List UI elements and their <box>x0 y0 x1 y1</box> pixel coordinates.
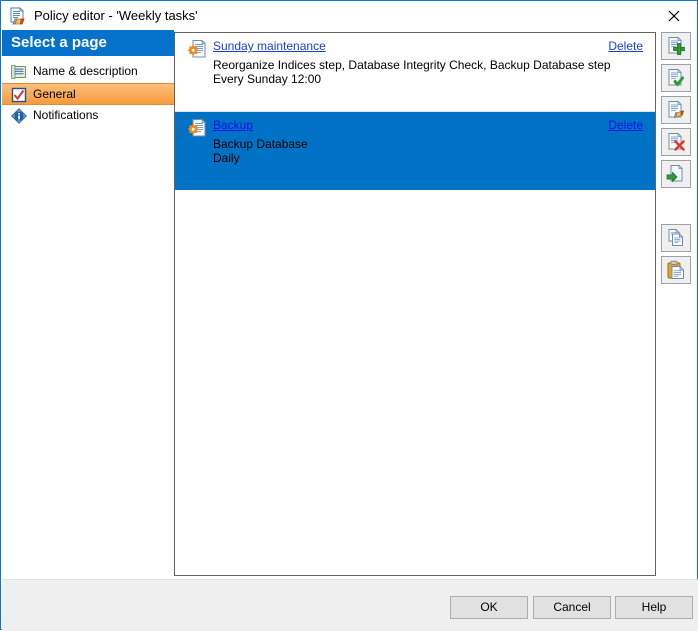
dialog-footer: OK Cancel Help <box>2 579 698 631</box>
task-schedule: Every Sunday 12:00 <box>213 72 321 86</box>
policy-document-pencil-icon <box>8 6 28 26</box>
title-bar: Policy editor - 'Weekly tasks' <box>1 1 697 30</box>
help-button[interactable]: Help <box>615 596 693 619</box>
sidebar-item-label: General <box>33 87 76 101</box>
document-delete-icon <box>666 132 686 152</box>
document-arrow-icon <box>666 164 686 184</box>
checklist-icon <box>11 87 27 103</box>
sidebar-item-name-description[interactable]: Name & description <box>2 61 174 83</box>
task-gear-document-icon <box>188 39 208 59</box>
task-steps: Reorganize Indices step, Database Integr… <box>213 58 611 72</box>
confirm-task-button[interactable] <box>661 64 691 92</box>
window-title: Policy editor - 'Weekly tasks' <box>34 8 198 23</box>
document-check-icon <box>666 68 686 88</box>
task-schedule: Daily <box>213 151 240 165</box>
delete-task-button[interactable] <box>661 128 691 156</box>
task-title-link[interactable]: Backup <box>213 118 253 132</box>
edit-task-button[interactable] <box>661 96 691 124</box>
task-title-link[interactable]: Sunday maintenance <box>213 39 326 53</box>
move-task-button[interactable] <box>661 160 691 188</box>
info-diamond-icon <box>11 108 27 124</box>
policy-editor-window: Policy editor - 'Weekly tasks' Select a … <box>0 0 698 630</box>
document-plus-icon <box>666 36 686 56</box>
paste-task-button[interactable] <box>661 256 691 284</box>
sidebar-item-label: Name & description <box>33 64 138 78</box>
sidebar-header-label: Select a page <box>11 34 107 51</box>
task-delete-link[interactable]: Delete <box>608 118 643 132</box>
clipboard-icon <box>11 64 27 80</box>
copy-icon <box>666 228 686 248</box>
sidebar-item-label: Notifications <box>33 108 98 122</box>
add-task-button[interactable] <box>661 32 691 60</box>
sidebar-item-general[interactable]: General <box>2 83 174 105</box>
task-list-item[interactable]: Backup Backup Database Daily Delete <box>175 112 655 190</box>
document-pencil-icon <box>666 100 686 120</box>
ok-button[interactable]: OK <box>450 596 528 619</box>
task-steps: Backup Database <box>213 137 308 151</box>
sidebar-item-notifications[interactable]: Notifications <box>2 105 174 127</box>
task-list-item[interactable]: Sunday maintenance Reorganize Indices st… <box>175 33 655 111</box>
copy-task-button[interactable] <box>661 224 691 252</box>
paste-clipboard-icon <box>666 260 686 280</box>
task-list-panel[interactable]: Sunday maintenance Reorganize Indices st… <box>174 32 656 576</box>
page-selector-sidebar: Select a page Name & description <box>2 30 174 578</box>
task-gear-document-icon <box>188 118 208 138</box>
close-icon[interactable] <box>652 1 697 29</box>
cancel-button[interactable]: Cancel <box>533 596 611 619</box>
task-delete-link[interactable]: Delete <box>608 39 643 53</box>
sidebar-header: Select a page <box>2 30 174 56</box>
